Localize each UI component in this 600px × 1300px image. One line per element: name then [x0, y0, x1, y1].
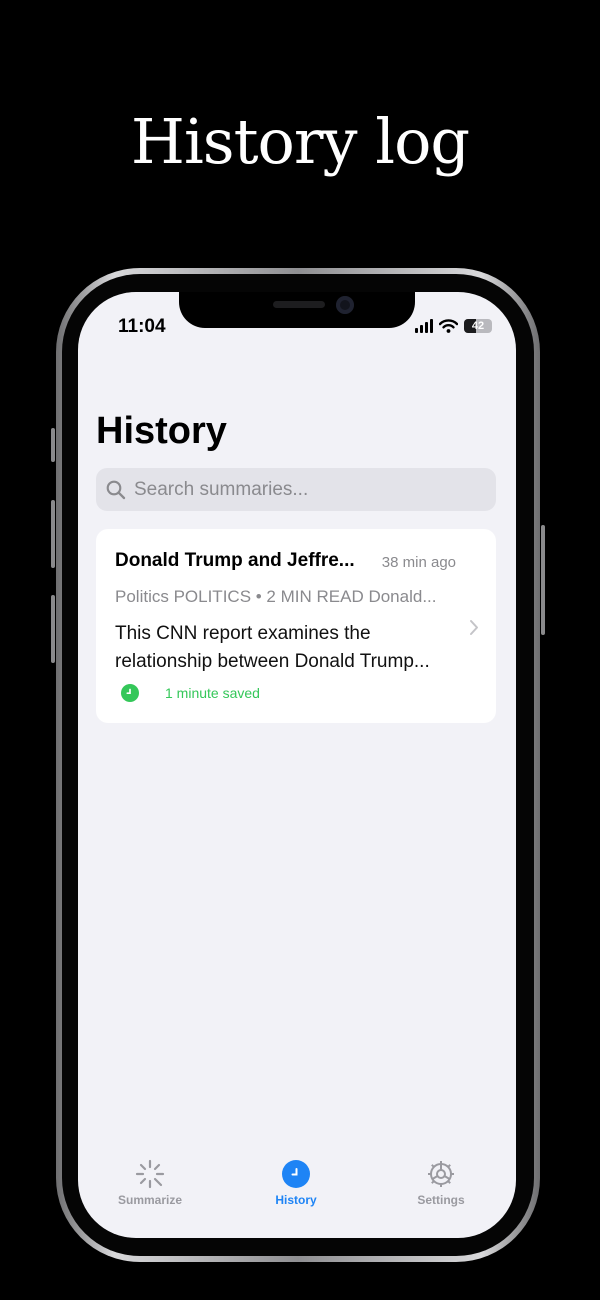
search-icon	[98, 468, 134, 511]
tab-settings-label: Settings	[417, 1193, 465, 1207]
time-saved-row: 1 minute saved	[121, 684, 260, 702]
search-input[interactable]	[134, 478, 474, 501]
time-saved-label: 1 minute saved	[165, 685, 260, 701]
tab-history-label: History	[275, 1193, 317, 1207]
notch	[179, 292, 415, 328]
page-title: History	[96, 410, 227, 452]
promo-headline: History log	[130, 105, 470, 178]
tab-history[interactable]: History	[241, 1157, 351, 1207]
tab-bar: Summarize History Settings	[78, 1128, 516, 1238]
sparkle-icon	[135, 1159, 165, 1189]
clock-icon	[282, 1160, 310, 1188]
chevron-right-icon	[470, 620, 478, 635]
silent-switch	[51, 428, 55, 462]
volume-down-button	[51, 595, 55, 663]
gear-icon	[428, 1161, 454, 1187]
phone-screen: 11:04 42 History Donald Trump and Jeffre…	[78, 292, 516, 1238]
battery-icon: 42	[464, 319, 492, 333]
tab-summarize-label: Summarize	[117, 1193, 183, 1207]
battery-level: 42	[471, 320, 485, 332]
tab-summarize[interactable]: Summarize	[95, 1157, 205, 1207]
status-time: 11:04	[118, 316, 166, 337]
history-item-summary: This CNN report examines the relationshi…	[115, 623, 430, 672]
history-item-time: 38 min ago	[381, 554, 456, 571]
history-item-card[interactable]: Donald Trump and Jeffre... 38 min ago Po…	[96, 529, 496, 723]
power-button	[541, 525, 545, 635]
history-item-title: Donald Trump and Jeffre...	[115, 550, 355, 571]
front-camera	[336, 296, 354, 314]
tab-settings[interactable]: Settings	[386, 1157, 496, 1207]
volume-up-button	[51, 500, 55, 568]
speaker-grille	[273, 301, 325, 308]
cellular-signal-icon	[415, 319, 433, 333]
clock-icon	[121, 684, 139, 702]
search-bar[interactable]	[96, 468, 496, 511]
history-item-meta: Politics POLITICS • 2 MIN READ Donald...	[115, 587, 437, 606]
status-icons: 42	[415, 317, 492, 335]
wifi-icon	[439, 319, 458, 333]
